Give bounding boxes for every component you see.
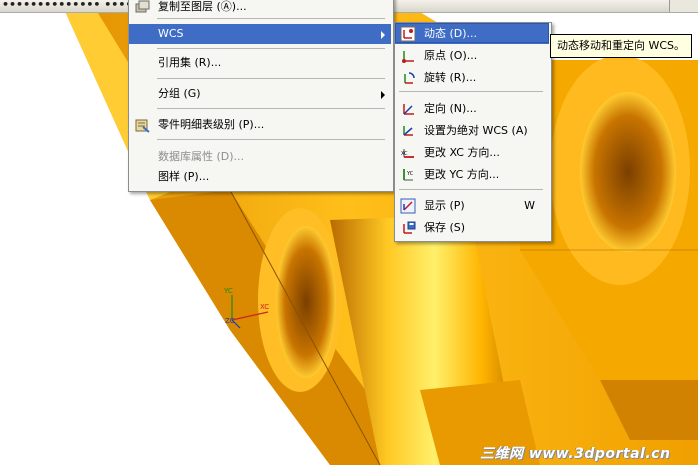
change-yc-icon: YC [403, 169, 414, 181]
menu-item-dynamic[interactable]: 动态 (D)... [395, 24, 549, 44]
watermark: 三维网 www.3dportal.cn [480, 446, 671, 462]
menu-item-label: 更改 XC 方向... [424, 146, 500, 159]
menu-separator [157, 48, 385, 49]
format-menu: 复制至图层 (Ⓐ)... WCS 引用集 (R)... 分组 (G) 零件明细表… [128, 0, 394, 192]
copy-layer-icon [135, 0, 150, 13]
menu-item-label: 引用集 (R)... [158, 56, 222, 69]
menu-item-pattern[interactable]: 图样 (P)... [129, 167, 391, 187]
display-icon [400, 198, 416, 214]
absolute-wcs-icon [403, 126, 413, 136]
save-icon [403, 221, 416, 234]
svg-text:XC: XC [401, 151, 408, 157]
menu-item-change-xc[interactable]: XC 更改 XC 方向... [395, 143, 549, 163]
menu-item-label: 分组 (G) [158, 87, 201, 100]
menu-separator [157, 78, 385, 79]
menu-item-display[interactable]: 显示 (P) W [395, 196, 549, 216]
triad-zc-label: ZC [225, 317, 235, 325]
triad-yc-label: YC [223, 287, 233, 295]
orient-icon [403, 104, 414, 115]
triad-xc-label: XC [260, 303, 269, 311]
dynamic-wcs-icon [400, 26, 416, 42]
menu-item-label: 显示 (P) [424, 199, 465, 212]
menu-item-label: 复制至图层 (Ⓐ)... [158, 0, 247, 13]
menu-item-label: 动态 (D)... [424, 27, 478, 40]
menu-item-change-yc[interactable]: YC 更改 YC 方向... [395, 165, 549, 185]
menu-item-label: 图样 (P)... [158, 170, 210, 183]
tooltip: 动态移动和重定向 WCS。 [550, 34, 693, 58]
title-bar-control[interactable] [669, 0, 698, 12]
menu-item-label: 保存 (S) [424, 221, 466, 234]
menu-item-wcs[interactable]: WCS [129, 24, 391, 44]
menu-separator [399, 91, 543, 92]
menu-separator [157, 139, 385, 140]
menu-separator [157, 18, 385, 19]
menu-item-orient[interactable]: 定向 (N)... [395, 99, 549, 119]
menu-item-label: 零件明细表级别 (P)... [158, 118, 265, 131]
menu-item-label: 设置为绝对 WCS (A) [424, 124, 528, 137]
submenu-arrow-icon [381, 31, 385, 39]
menu-item-label: 原点 (O)... [424, 49, 478, 62]
shortcut-key: W [524, 199, 535, 212]
parts-list-icon [135, 119, 150, 133]
menu-item-database-attributes[interactable]: 数据库属性 (D)... [129, 147, 391, 167]
menu-item-label: 定向 (N)... [424, 102, 477, 115]
menu-item-save[interactable]: 保存 (S) [395, 218, 549, 238]
origin-icon [402, 51, 414, 63]
menu-item-label: 更改 YC 方向... [424, 168, 500, 181]
svg-text:YC: YC [406, 171, 414, 177]
menu-item-rotate[interactable]: 旋转 (R)... [395, 68, 549, 88]
menu-item-group[interactable]: 分组 (G) [129, 84, 391, 104]
menu-item-label: 旋转 (R)... [424, 71, 477, 84]
window-title: •••••••••••••• •••• [2, 0, 133, 11]
menu-item-parts-list-level[interactable]: 零件明细表级别 (P)... [129, 115, 391, 135]
menu-item-copy-to-layer[interactable]: 复制至图层 (Ⓐ)... [129, 0, 391, 17]
menu-item-reference-sets[interactable]: 引用集 (R)... [129, 53, 391, 73]
menu-item-label: WCS [158, 27, 184, 40]
submenu-arrow-icon [381, 91, 385, 99]
change-xc-icon: XC [401, 149, 414, 158]
menu-item-origin[interactable]: 原点 (O)... [395, 46, 549, 66]
menu-separator [399, 189, 543, 190]
menu-item-label: 数据库属性 (D)... [158, 150, 245, 163]
wcs-submenu: 动态 (D)... 原点 (O)... 旋转 (R)... 定向 (N)... [394, 22, 552, 242]
rotate-icon [404, 72, 415, 84]
menu-item-set-absolute-wcs[interactable]: 设置为绝对 WCS (A) [395, 121, 549, 141]
menu-separator [157, 108, 385, 109]
